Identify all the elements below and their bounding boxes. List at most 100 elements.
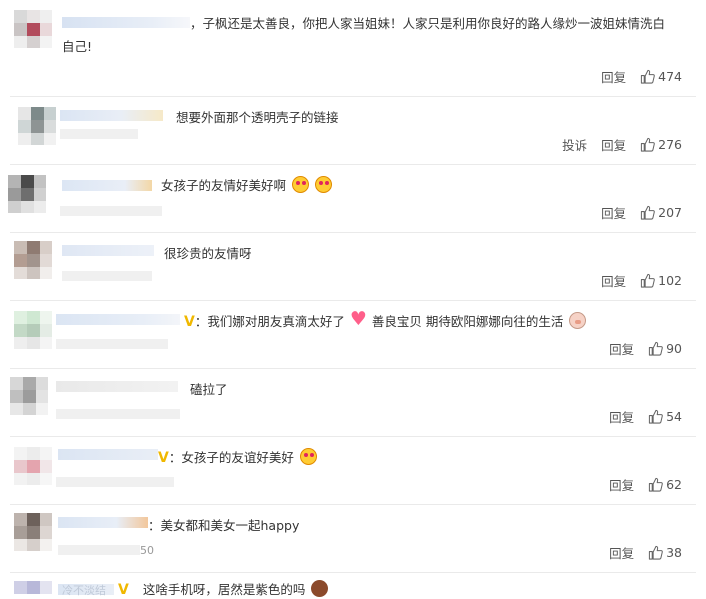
comment-item: 50 ：美女都和美女一起happy 回复 38	[0, 505, 706, 572]
reply-button[interactable]: 回复	[601, 271, 626, 290]
like-button[interactable]: 62	[648, 477, 682, 492]
comment-actions: 回复 90	[609, 339, 682, 357]
comment-item: 女孩子的友情好美好啊 回复 207	[0, 165, 706, 232]
verified-badge-icon: V	[184, 314, 195, 330]
timestamp-blurred	[60, 129, 138, 139]
verified-badge-icon: V	[158, 450, 169, 466]
username-blurred[interactable]	[58, 449, 158, 460]
username-blurred[interactable]	[56, 381, 178, 392]
thumbs-up-icon	[641, 137, 655, 152]
username-blurred[interactable]	[62, 17, 190, 28]
comment-item: 磕拉了 回复 54	[0, 369, 706, 436]
heart-icon	[350, 311, 368, 329]
avatar[interactable]	[18, 107, 56, 145]
thumbs-up-icon	[648, 341, 663, 356]
comment-text-part-a: ：我们娜对朋友真滴太好了	[194, 314, 345, 329]
timestamp-blurred	[62, 271, 152, 281]
comment-text-prefix: ，	[190, 16, 203, 31]
comment-text-body: ：女孩子的友谊好美好	[168, 450, 294, 465]
like-count: 102	[658, 272, 682, 288]
timestamp-blurred	[58, 545, 140, 555]
username-blurred[interactable]	[60, 110, 163, 121]
comment-text-line1: 子枫还是太善良，你把人家当姐妹！人家只是利用你良好的路人缘炒一波姐妹情洗白	[202, 16, 666, 31]
username-fragment: 冷不淡结	[62, 584, 106, 597]
like-count: 207	[658, 204, 682, 220]
like-button[interactable]: 38	[648, 545, 682, 560]
comment-item: ，子枫还是太善良，你把人家当姐妹！人家只是利用你良好的路人缘炒一波姐妹情洗白 自…	[0, 0, 706, 96]
like-count: 276	[658, 136, 682, 152]
comment-text: ，子枫还是太善良，你把人家当姐妹！人家只是利用你良好的路人缘炒一波姐妹情洗白	[190, 13, 665, 35]
like-button[interactable]: 474	[640, 69, 682, 84]
comment-actions: 投诉 回复 276	[562, 135, 682, 153]
pig-face-icon	[569, 312, 587, 329]
avatar[interactable]	[8, 175, 46, 213]
face-icon	[315, 176, 333, 193]
comment-text: ：美女都和美女一起happy	[148, 518, 300, 533]
avatar[interactable]	[14, 447, 52, 485]
comment-actions: 回复 207	[601, 203, 682, 221]
comment-item: V 这啥手机呀，居然是紫色的吗 冷不淡结	[0, 573, 706, 599]
thumbs-up-icon	[641, 69, 655, 84]
like-count: 474	[658, 68, 682, 84]
comment-text: 很珍贵的友情呀	[164, 246, 252, 261]
avatar[interactable]	[14, 581, 52, 599]
like-button[interactable]: 276	[640, 137, 682, 152]
comment-text-body: 女孩子的友情好美好啊	[161, 178, 287, 193]
avatar[interactable]	[10, 377, 48, 415]
username-blurred[interactable]	[58, 517, 148, 528]
comment-text: 女孩子的友情好美好啊	[161, 175, 333, 197]
thumbs-up-icon	[648, 545, 663, 560]
username-blurred[interactable]	[62, 245, 154, 256]
reply-button[interactable]: 回复	[609, 339, 634, 358]
comment-actions: 回复 38	[609, 543, 682, 561]
comment-item: 很珍贵的友情呀 回复 102	[0, 233, 706, 300]
reply-button[interactable]: 回复	[609, 543, 634, 562]
thumbs-up-icon	[648, 409, 663, 424]
comment-item: 想要外面那个透明壳子的链接 投诉 回复 276	[0, 97, 706, 164]
thumbs-up-icon	[648, 477, 663, 492]
avatar[interactable]	[14, 513, 52, 551]
report-button[interactable]: 投诉	[562, 135, 587, 154]
reply-button[interactable]: 回复	[609, 407, 634, 426]
comment-actions: 回复 54	[609, 407, 682, 425]
face-covering-icon	[311, 580, 329, 597]
avatar[interactable]	[14, 311, 52, 349]
timestamp-blurred	[56, 339, 168, 349]
comment-text: V 这啥手机呀，居然是紫色的吗	[118, 579, 329, 599]
like-button[interactable]: 207	[640, 205, 682, 220]
comment-text: 想要外面那个透明壳子的链接	[176, 110, 339, 125]
comment-item: V：女孩子的友谊好美好 回复 62	[0, 437, 706, 504]
avatar[interactable]	[14, 241, 52, 279]
face-icon	[299, 448, 317, 465]
avatar[interactable]	[14, 10, 52, 48]
comment-text: 磕拉了	[190, 382, 228, 397]
like-button[interactable]: 102	[640, 273, 682, 288]
timestamp-blurred	[56, 477, 174, 487]
thumbs-up-icon	[641, 273, 655, 288]
timestamp-blurred	[56, 409, 180, 419]
reply-button[interactable]: 回复	[601, 203, 626, 222]
like-button[interactable]: 90	[648, 341, 682, 356]
comment-actions: 回复 62	[609, 475, 682, 493]
username-blurred[interactable]	[56, 314, 180, 325]
comment-text: V：女孩子的友谊好美好	[158, 447, 317, 469]
like-count: 62	[666, 476, 682, 492]
comment-text-body: 这啥手机呀，居然是紫色的吗	[142, 582, 306, 597]
comment-text-wrap: 自己!	[62, 39, 93, 54]
like-count: 90	[666, 340, 682, 356]
like-count: 54	[666, 408, 682, 424]
comment-actions: 回复 474	[601, 67, 682, 85]
comment-text: V：我们娜对朋友真滴太好了 善良宝贝 期待欧阳娜娜向往的生活	[184, 311, 587, 333]
comment-item: V：我们娜对朋友真滴太好了 善良宝贝 期待欧阳娜娜向往的生活 回复 90	[0, 301, 706, 368]
reply-button[interactable]: 回复	[601, 135, 626, 154]
like-count: 38	[666, 544, 682, 560]
timestamp-fragment: 50	[140, 544, 154, 557]
reply-button[interactable]: 回复	[609, 475, 634, 494]
verified-badge-icon: V	[118, 582, 129, 598]
like-button[interactable]: 54	[648, 409, 682, 424]
reply-button[interactable]: 回复	[601, 67, 626, 86]
username-blurred[interactable]	[62, 180, 152, 191]
thumbs-up-icon	[641, 205, 655, 220]
comment-text-part-b: 善良宝贝 期待欧阳娜娜向往的生活	[371, 314, 564, 329]
face-icon	[292, 176, 310, 193]
